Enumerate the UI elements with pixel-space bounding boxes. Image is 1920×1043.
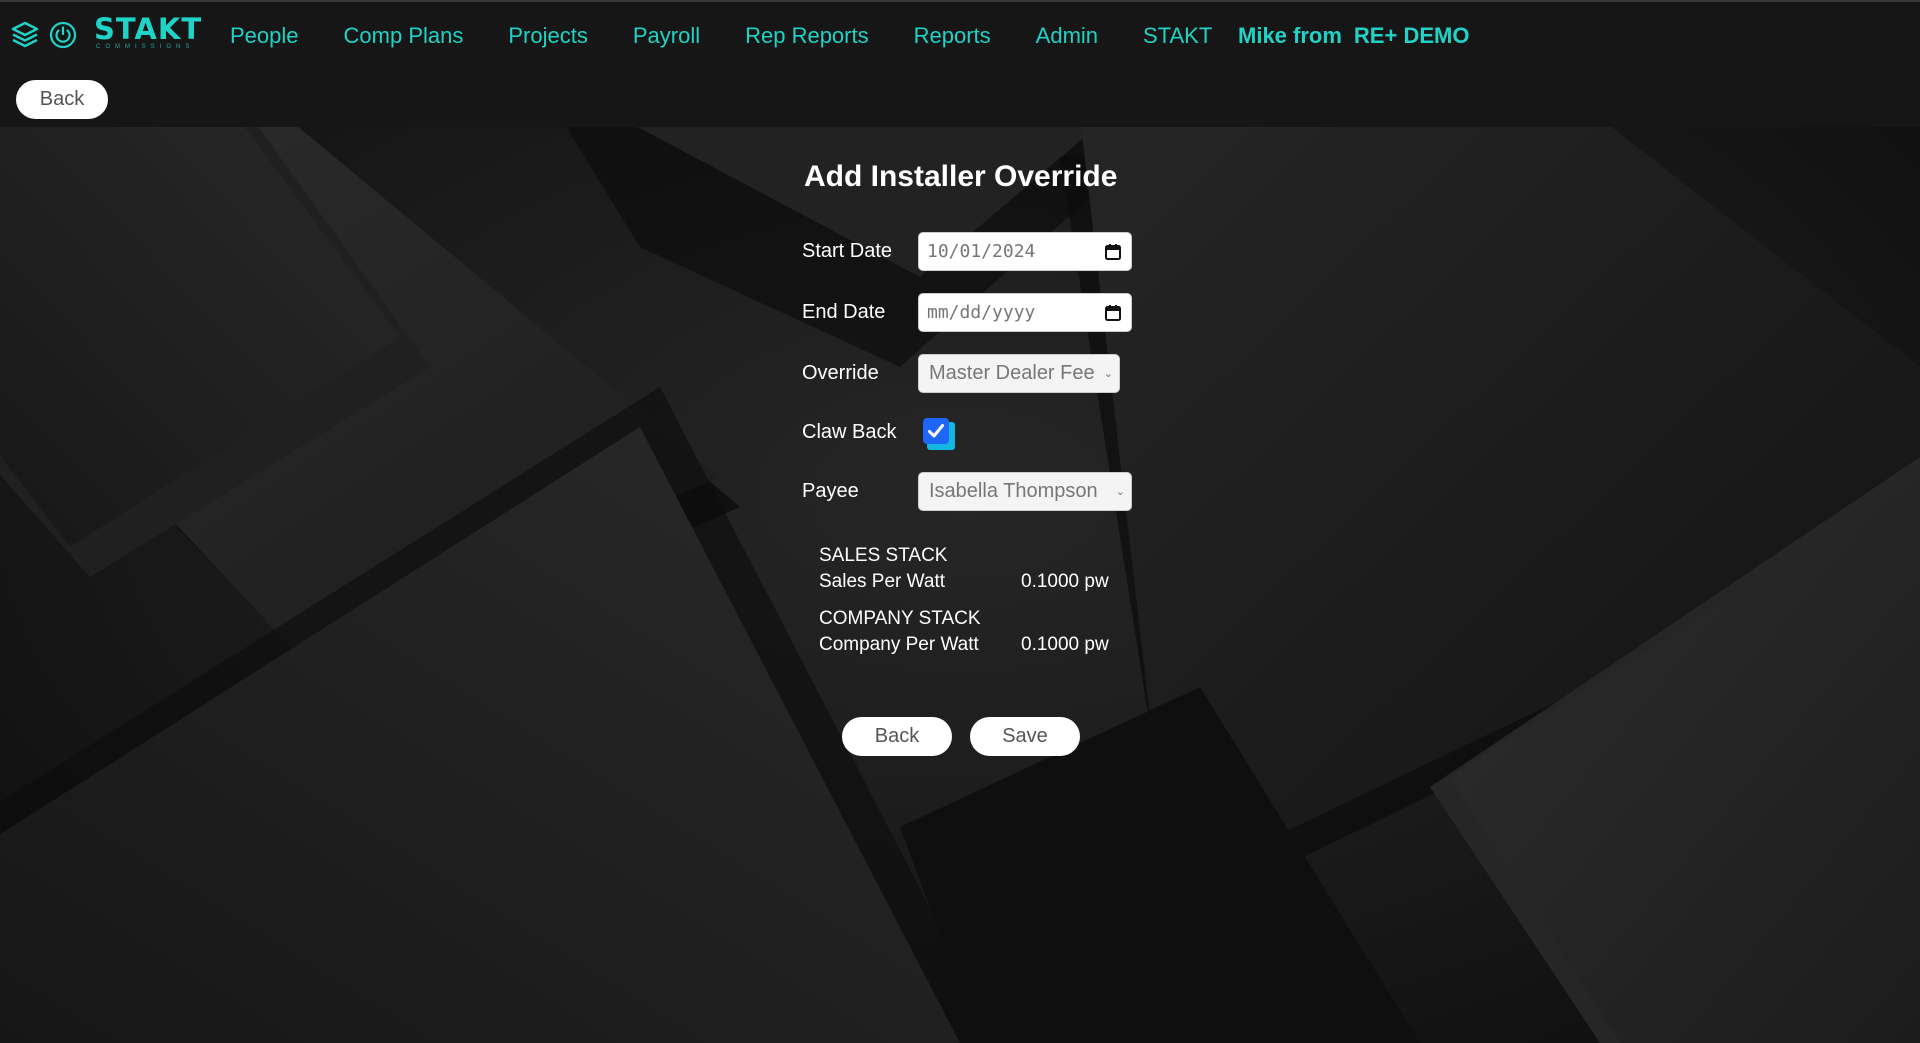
page-title: Add Installer Override — [804, 160, 1118, 193]
payee-selected-value: Isabella Thompson — [929, 480, 1098, 502]
override-selected-value: Master Dealer Fee — [929, 362, 1095, 384]
nav-admin[interactable]: Admin — [1036, 23, 1098, 49]
user-org-indicator[interactable]: Mike from RE+ DEMO — [1238, 18, 1469, 54]
end-date-label: End Date — [802, 301, 886, 323]
end-date-placeholder: mm/dd/yyyy — [927, 302, 1036, 323]
calendar-icon[interactable] — [1104, 304, 1122, 322]
company-stack-heading: COMPANY STACK — [819, 608, 981, 629]
start-date-label: Start Date — [802, 240, 893, 262]
stack-layers-icon — [11, 21, 39, 48]
brand-logo[interactable]: STAKT COMMISSIONS — [94, 14, 202, 50]
nav-comp-plans[interactable]: Comp Plans — [344, 23, 464, 49]
sales-per-watt-value: 0.1000 pw — [1021, 571, 1109, 592]
end-date-input[interactable]: mm/dd/yyyy — [918, 293, 1132, 332]
payee-label: Payee — [802, 480, 859, 502]
top-rim — [0, 0, 1920, 2]
brand-wordmark: STAKT — [94, 12, 203, 46]
nav-stakt[interactable]: STAKT — [1143, 23, 1212, 49]
power-icon[interactable] — [48, 20, 78, 50]
top-navigation-bar: STAKT COMMISSIONS People Comp Plans Proj… — [0, 0, 1920, 127]
override-select[interactable]: Master Dealer Fee ⌄ — [918, 354, 1120, 393]
sales-per-watt-label: Sales Per Watt — [819, 571, 946, 592]
brand-tagline: COMMISSIONS — [96, 44, 195, 50]
nav-people[interactable]: People — [230, 23, 299, 49]
start-date-input[interactable]: 10/01/2024 — [918, 232, 1132, 271]
header-back-button[interactable]: Back — [16, 80, 108, 119]
save-button[interactable]: Save — [970, 717, 1080, 756]
start-date-value: 10/01/2024 — [927, 241, 1036, 262]
add-installer-override-form: Add Installer Override Start Date 10/01/… — [0, 0, 1920, 1043]
payee-select[interactable]: Isabella Thompson ⌄ — [918, 472, 1132, 511]
nav-payroll[interactable]: Payroll — [633, 23, 700, 49]
main-nav: People Comp Plans Projects Payroll Rep R… — [230, 18, 1257, 54]
claw-back-label: Claw Back — [802, 421, 897, 443]
override-label: Override — [802, 362, 879, 384]
sales-stack-heading: SALES STACK — [819, 545, 948, 566]
nav-reports[interactable]: Reports — [914, 23, 991, 49]
nav-rep-reports[interactable]: Rep Reports — [745, 23, 869, 49]
nav-projects[interactable]: Projects — [508, 23, 587, 49]
checkbox-box — [923, 418, 949, 444]
form-back-button[interactable]: Back — [842, 717, 952, 756]
chevron-down-icon: ⌄ — [1115, 486, 1125, 498]
user-name: Mike from — [1238, 23, 1342, 48]
claw-back-checkbox[interactable] — [923, 418, 955, 450]
company-per-watt-value: 0.1000 pw — [1021, 634, 1109, 655]
org-name: RE+ DEMO — [1353, 23, 1470, 48]
chevron-down-icon: ⌄ — [1103, 368, 1113, 380]
logo-icons — [10, 17, 78, 53]
company-per-watt-label: Company Per Watt — [819, 634, 979, 655]
calendar-icon[interactable] — [1104, 243, 1122, 261]
checkmark-icon — [928, 424, 944, 438]
